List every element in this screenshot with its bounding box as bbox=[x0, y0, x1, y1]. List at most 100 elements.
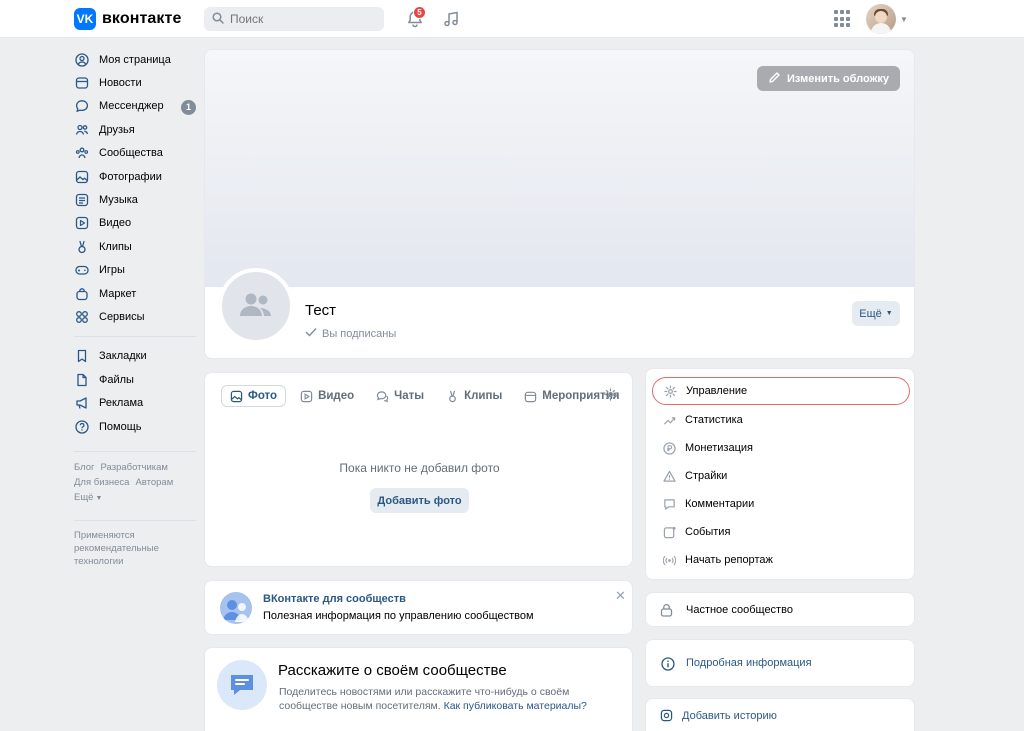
detailed-info-card[interactable]: Подробная информация bbox=[645, 639, 915, 687]
private-community-card[interactable]: Частное сообщество bbox=[645, 592, 915, 627]
sidebar-item-label: Игры bbox=[99, 264, 125, 277]
vk-for-communities-card: ВКонтакте для сообществ Полезная информа… bbox=[204, 580, 633, 635]
sidebar-item-services[interactable]: Сервисы bbox=[74, 305, 196, 328]
user-avatar[interactable] bbox=[866, 4, 896, 34]
sidebar-item-label: Новости bbox=[99, 77, 142, 90]
photo-icon bbox=[74, 169, 90, 185]
sidebar-item-files[interactable]: Файлы bbox=[74, 368, 196, 391]
sidebar-divider bbox=[74, 451, 196, 453]
sidebar-item-market[interactable]: Маркет bbox=[74, 282, 196, 305]
tab-photos[interactable]: Фото bbox=[221, 385, 287, 407]
detailed-info-link: Подробная информация bbox=[686, 657, 812, 669]
footer-link-more[interactable]: Ещё ▼ bbox=[74, 492, 108, 503]
tell-about-community-card: Расскажите о своём сообществе Поделитесь… bbox=[204, 647, 633, 731]
add-story-card[interactable]: Добавить историю bbox=[645, 698, 915, 731]
news-icon bbox=[74, 75, 90, 91]
warning-icon bbox=[662, 469, 676, 483]
calendar-icon bbox=[525, 391, 537, 402]
clips-icon bbox=[449, 390, 456, 402]
sidebar-item-news[interactable]: Новости bbox=[74, 71, 196, 94]
sidebar-item-music[interactable]: Музыка bbox=[74, 188, 196, 211]
promo-title[interactable]: ВКонтакте для сообществ bbox=[263, 593, 406, 605]
change-cover-label: Изменить обложку bbox=[786, 72, 890, 85]
menu-item-label: Монетизация bbox=[685, 442, 753, 454]
lock-icon bbox=[660, 603, 673, 620]
menu-item-comments[interactable]: Комментарии bbox=[652, 490, 910, 518]
tab-clips[interactable]: Клипы bbox=[438, 385, 510, 407]
chevron-down-icon[interactable]: ▼ bbox=[900, 15, 908, 24]
menu-item-label: Страйки bbox=[685, 470, 728, 482]
vk-logo-icon: VK bbox=[74, 8, 96, 30]
sidebar-item-clips[interactable]: Клипы bbox=[74, 235, 196, 258]
gear-icon bbox=[663, 384, 677, 398]
sidebar-item-bookmarks[interactable]: Закладки bbox=[74, 345, 196, 368]
sidebar-item-video[interactable]: Видео bbox=[74, 212, 196, 235]
media-tabs: Фото Видео Чаты Клипы Мероприятия bbox=[221, 385, 633, 407]
sidebar-item-communities[interactable]: Сообщества bbox=[74, 142, 196, 165]
management-card: Управление Статистика Монетизация Страйк… bbox=[645, 368, 915, 580]
megaphone-chat-icon bbox=[217, 660, 267, 710]
sidebar-item-my-page[interactable]: Моя страница bbox=[74, 48, 196, 71]
services-icon bbox=[74, 309, 90, 325]
music-icon bbox=[74, 192, 90, 208]
add-photo-button[interactable]: Добавить фото bbox=[370, 488, 469, 513]
sidebar-item-friends[interactable]: Друзья bbox=[74, 118, 196, 141]
tab-chats[interactable]: Чаты bbox=[368, 385, 432, 407]
info-icon bbox=[661, 657, 675, 674]
subscribed-label: Вы подписаны bbox=[322, 327, 397, 340]
footer-link-blog[interactable]: Блог bbox=[74, 462, 95, 473]
vk-logo[interactable]: VK вконтакте bbox=[74, 8, 181, 30]
bookmark-icon bbox=[74, 348, 90, 364]
footer-links: Блог Разработчикам Для бизнеса Авторам Ещё… bbox=[74, 460, 196, 506]
menu-item-start-broadcast[interactable]: Начать репортаж bbox=[652, 546, 910, 574]
megaphone-icon bbox=[74, 395, 90, 411]
recommendation-note[interactable]: Применяются рекомендательные технологии bbox=[74, 529, 196, 568]
menu-item-monetization[interactable]: Монетизация bbox=[652, 434, 910, 462]
sidebar-item-label: Файлы bbox=[99, 373, 134, 386]
menu-item-statistics[interactable]: Статистика bbox=[652, 406, 910, 434]
menu-item-label: Комментарии bbox=[685, 498, 755, 510]
sidebar-item-help[interactable]: Помощь bbox=[74, 415, 196, 438]
community-avatar[interactable] bbox=[218, 268, 294, 344]
gear-icon[interactable] bbox=[604, 388, 617, 404]
community-name: Тест bbox=[305, 302, 337, 319]
subscription-status[interactable]: Вы подписаны bbox=[305, 327, 396, 340]
bag-icon bbox=[74, 286, 90, 302]
chevron-down-icon: ▼ bbox=[885, 310, 893, 317]
menu-item-events[interactable]: События bbox=[652, 518, 910, 546]
footer-link-authors[interactable]: Авторам bbox=[135, 477, 173, 488]
music-note-icon[interactable] bbox=[440, 8, 462, 30]
change-cover-button[interactable]: Изменить обложку bbox=[757, 66, 900, 91]
sidebar-item-games[interactable]: Игры bbox=[74, 259, 196, 282]
how-to-publish-link[interactable]: Как публиковать материалы? bbox=[444, 700, 587, 712]
footer-link-business[interactable]: Для бизнеса bbox=[74, 477, 129, 488]
close-icon[interactable]: ✕ bbox=[615, 588, 626, 604]
communities-promo-icon bbox=[220, 592, 252, 624]
chart-icon bbox=[662, 413, 676, 427]
menu-item-strikes[interactable]: Страйки bbox=[652, 462, 910, 490]
message-icon bbox=[74, 98, 90, 114]
about-title: Расскажите о своём сообществе bbox=[278, 662, 507, 679]
chats-icon bbox=[376, 390, 389, 402]
sidebar-item-label: Маркет bbox=[99, 287, 137, 300]
empty-photos-text: Пока никто не добавил фото bbox=[339, 461, 500, 475]
apps-grid-icon[interactable] bbox=[834, 10, 852, 28]
sidebar-item-label: Музыка bbox=[99, 194, 138, 207]
help-icon bbox=[74, 419, 90, 435]
sidebar-item-label: Помощь bbox=[99, 420, 142, 433]
sidebar-item-label: Друзья bbox=[99, 123, 135, 136]
footer-link-developers[interactable]: Разработчикам bbox=[101, 462, 168, 473]
add-story-link: Добавить историю bbox=[682, 710, 777, 722]
more-label: Ещё bbox=[859, 307, 882, 320]
tab-video[interactable]: Видео bbox=[292, 385, 362, 407]
menu-item-management[interactable]: Управление bbox=[652, 377, 910, 405]
sidebar-item-photos[interactable]: Фотографии bbox=[74, 165, 196, 188]
sidebar-item-label: Реклама bbox=[99, 397, 144, 410]
sidebar-item-messenger[interactable]: Мессенджер 1 bbox=[74, 95, 196, 118]
search-box[interactable] bbox=[204, 7, 384, 31]
more-actions-button[interactable]: Ещё ▼ bbox=[852, 301, 900, 326]
community-cover-card: Изменить обложку Тест Вы подписаны Ещё ▼ bbox=[204, 49, 915, 359]
sidebar-item-ads[interactable]: Реклама bbox=[74, 391, 196, 414]
search-input[interactable] bbox=[230, 12, 370, 26]
sidebar-item-label: Клипы bbox=[99, 240, 132, 253]
